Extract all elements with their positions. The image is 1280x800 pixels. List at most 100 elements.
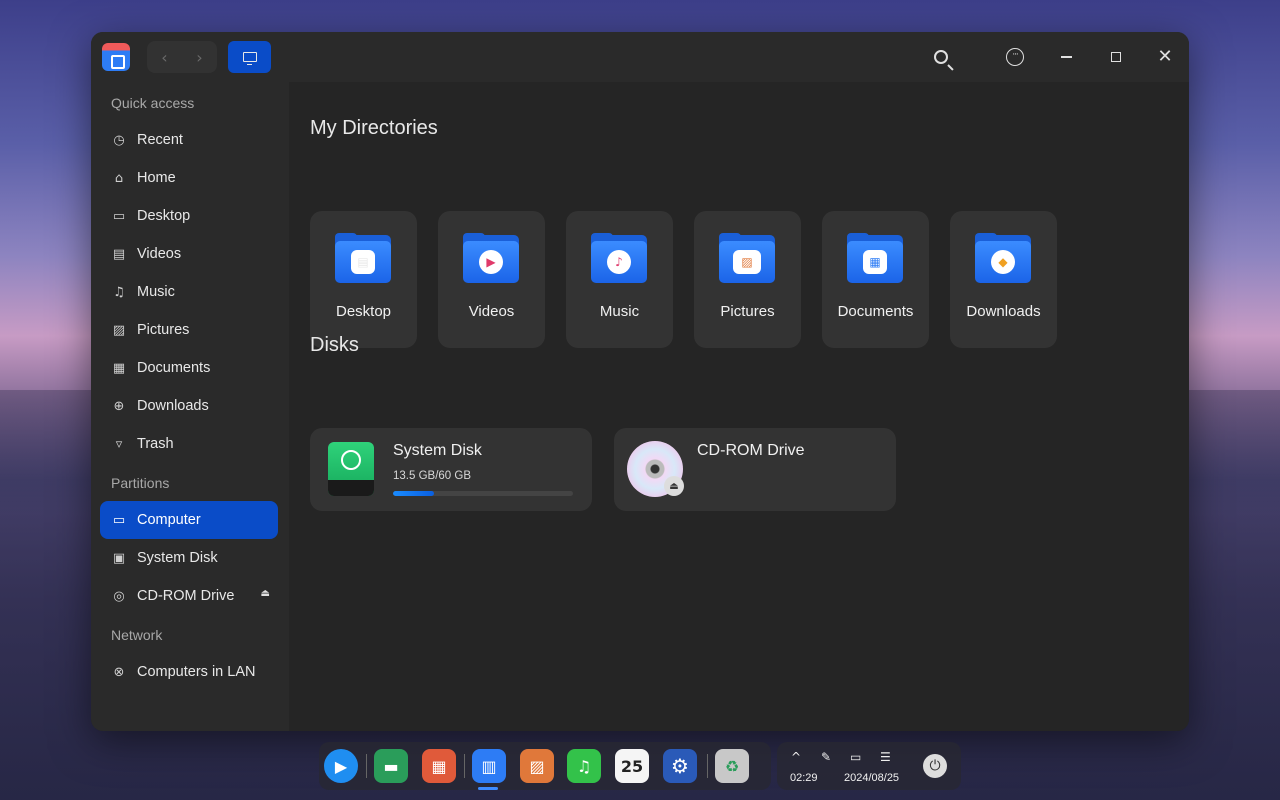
music-player-icon[interactable]: ♫ — [567, 749, 601, 783]
trash-icon[interactable]: ♻ — [715, 749, 749, 783]
directory-label: Desktop — [335, 303, 392, 320]
directory-label: Documents — [837, 303, 914, 320]
minimize-button[interactable] — [1054, 45, 1078, 69]
sidebar-item-label: Downloads — [137, 398, 209, 414]
sidebar-section-partitions: Partitions — [111, 475, 170, 491]
dock-separator — [464, 754, 465, 778]
sidebar-section-network: Network — [111, 627, 163, 643]
document-icon: ▦ — [112, 360, 126, 376]
home-icon: ⌂ — [114, 170, 124, 186]
sidebar-item-label: Trash — [137, 436, 174, 452]
picture-emblem-icon: ▨ — [733, 250, 761, 274]
settings-icon[interactable]: ⚙ — [663, 749, 697, 783]
disks-title: Disks — [310, 334, 359, 356]
calendar-icon[interactable]: 25 — [615, 749, 649, 783]
disk-usage: 13.5 GB/60 GB — [393, 470, 471, 482]
sidebar-item-documents[interactable]: ▦ Documents — [100, 349, 278, 387]
pen-icon[interactable]: ✎ — [821, 750, 831, 764]
file-manager-app-icon — [102, 43, 130, 71]
desktop-emblem-icon: ▤ — [351, 250, 375, 274]
eject-icon[interactable]: ⏏ — [664, 476, 684, 496]
more-icon: ··· — [1006, 48, 1024, 66]
directory-desktop[interactable]: ▤ Desktop — [310, 211, 417, 348]
clock-time[interactable]: 02:29 — [790, 772, 818, 784]
disk-icon: ▣ — [112, 550, 126, 566]
folder-videos-icon: ▶ — [463, 233, 519, 283]
sidebar-item-downloads[interactable]: ⊕ Downloads — [100, 387, 278, 425]
download-icon: ⊕ — [113, 398, 125, 414]
clock-icon: ◷ — [113, 132, 125, 148]
search-icon — [934, 50, 948, 64]
picture-icon: ▨ — [112, 322, 126, 338]
main-menu-button[interactable]: ··· — [1003, 45, 1027, 69]
directory-music[interactable]: ♪ Music — [566, 211, 673, 348]
directory-label: Videos — [468, 303, 515, 320]
close-button[interactable]: ✕ — [1153, 45, 1177, 69]
sidebar-item-label: Music — [137, 284, 175, 300]
disk-usage-fill — [393, 491, 434, 496]
directory-pictures[interactable]: ▨ Pictures — [694, 211, 801, 348]
disk-cdrom[interactable]: ⏏ CD-ROM Drive — [614, 428, 896, 511]
eject-icon[interactable]: ⏏ — [261, 588, 270, 599]
tray-expand-icon[interactable]: ^ — [791, 750, 801, 764]
sidebar-item-music[interactable]: ♫ Music — [100, 273, 278, 311]
sidebar-item-system-disk[interactable]: ▣ System Disk — [100, 539, 278, 577]
control-center-icon[interactable]: ☰ — [880, 750, 891, 764]
sidebar-item-desktop[interactable]: ▭ Desktop — [100, 197, 278, 235]
sidebar-item-cdrom-drive[interactable]: ◎ CD-ROM Drive ⏏ — [100, 577, 278, 615]
folder-desktop-icon: ▤ — [335, 233, 391, 283]
sidebar-item-label: Computer — [137, 512, 201, 528]
search-button[interactable] — [929, 45, 953, 69]
sidebar-item-label: Recent — [137, 132, 183, 148]
sidebar-item-home[interactable]: ⌂ Home — [100, 159, 278, 197]
disk-usage-bar — [393, 491, 573, 496]
sidebar-item-label: System Disk — [137, 550, 218, 566]
battery-icon[interactable]: ▭ — [850, 750, 861, 764]
folder-music-icon: ♪ — [591, 233, 647, 283]
launcher-icon[interactable]: ▶ — [324, 749, 358, 783]
system-disk-icon — [328, 442, 374, 496]
sidebar-item-videos[interactable]: ▤ Videos — [100, 235, 278, 273]
sidebar-item-computer[interactable]: ▭ Computer — [100, 501, 278, 539]
directory-downloads[interactable]: ◆ Downloads — [950, 211, 1057, 348]
nav-group: ‹ › — [147, 41, 217, 73]
back-button[interactable]: ‹ — [147, 41, 182, 73]
forward-button[interactable]: › — [182, 41, 217, 73]
close-icon: ✕ — [1157, 46, 1173, 67]
sidebar-section-quick-access: Quick access — [111, 95, 195, 111]
image-viewer-icon[interactable]: ▨ — [520, 749, 554, 783]
minimize-icon — [1060, 56, 1072, 58]
music-emblem-icon: ♪ — [607, 250, 631, 274]
chevron-right-icon: › — [196, 47, 203, 67]
sidebar-item-label: Pictures — [137, 322, 190, 338]
network-icon: ⊗ — [113, 664, 125, 680]
sidebar: Quick access ◷ Recent ⌂ Home ▭ Desktop ▤ Vid… — [91, 82, 289, 731]
terminal-icon[interactable]: ▬ — [374, 749, 408, 783]
sidebar-item-computers-in-lan[interactable]: ⊗ Computers in LAN — [100, 653, 278, 691]
directory-videos[interactable]: ▶ Videos — [438, 211, 545, 348]
music-icon: ♫ — [113, 284, 125, 300]
maximize-button[interactable] — [1104, 45, 1128, 69]
sidebar-item-label: Videos — [137, 246, 182, 262]
folder-documents-icon: ▦ — [847, 233, 903, 283]
chevron-left-icon: ‹ — [161, 47, 168, 67]
file-manager-icon[interactable]: ▥ — [472, 749, 506, 783]
computer-view-button[interactable] — [228, 41, 271, 73]
app-store-icon[interactable]: ▦ — [422, 749, 456, 783]
sidebar-item-label: Documents — [137, 360, 211, 376]
trash-icon: ▿ — [115, 436, 123, 452]
sidebar-item-label: CD-ROM Drive — [137, 588, 235, 604]
disk-title: System Disk — [393, 442, 482, 459]
directory-documents[interactable]: ▦ Documents — [822, 211, 929, 348]
dock-separator — [366, 754, 367, 778]
sidebar-item-trash[interactable]: ▿ Trash — [100, 425, 278, 463]
dock: ▶ ▬ ▦ ▥ ▨ ♫ 25 ⚙ ♻ — [319, 742, 771, 790]
file-manager-window: ‹ › ··· ✕ Quick access ◷ Recent ⌂ Home ▭ De… — [91, 32, 1189, 731]
sidebar-item-label: Home — [137, 170, 176, 186]
sidebar-item-recent[interactable]: ◷ Recent — [100, 121, 278, 159]
sidebar-item-pictures[interactable]: ▨ Pictures — [100, 311, 278, 349]
clock-date[interactable]: 2024/08/25 — [844, 772, 899, 784]
directory-label: Music — [599, 303, 640, 320]
disk-system[interactable]: System Disk 13.5 GB/60 GB — [310, 428, 592, 511]
power-icon[interactable]: ⏻ — [923, 754, 947, 778]
